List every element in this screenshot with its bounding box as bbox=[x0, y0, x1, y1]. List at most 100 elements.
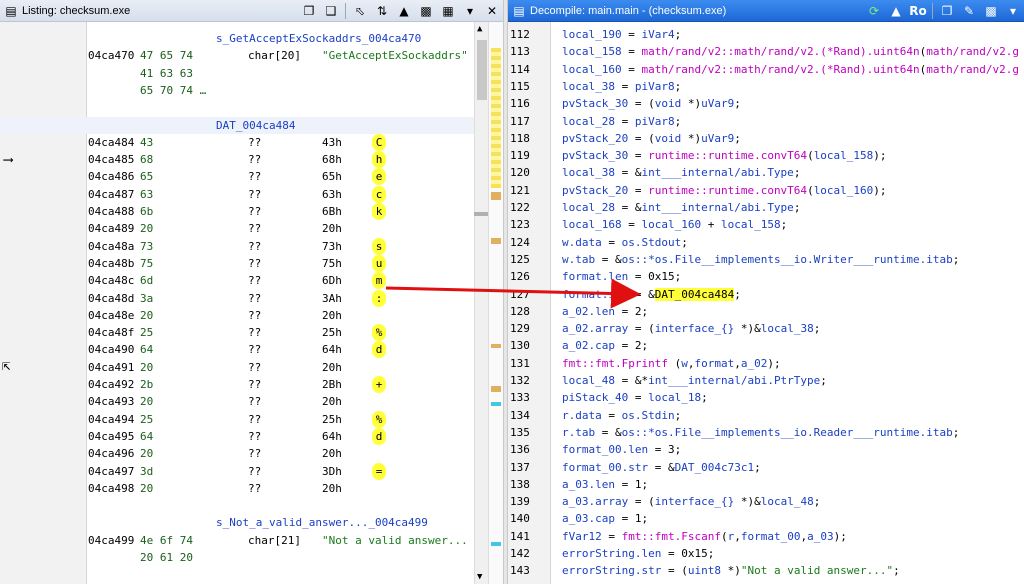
identifier[interactable]: a_02 bbox=[741, 357, 768, 370]
listing-row[interactable]: 04ca485 68?? 68h h bbox=[0, 151, 474, 169]
code-line[interactable]: 125 w.tab = &os::*os.File__implements__io… bbox=[508, 251, 1024, 268]
listing-row[interactable]: 04ca493 20?? 20h bbox=[0, 393, 474, 410]
code-line[interactable]: 120 local_38 = &int___internal/abi.Type; bbox=[508, 164, 1024, 181]
identifier[interactable]: local_158 bbox=[814, 149, 874, 162]
identifier[interactable]: iVar4 bbox=[641, 28, 674, 41]
identifier[interactable]: format bbox=[694, 357, 734, 370]
copy-icon[interactable]: ❐ bbox=[301, 3, 317, 19]
identifier[interactable]: int___internal/abi.Type bbox=[641, 201, 793, 214]
code-line[interactable]: 122 local_28 = &int___internal/abi.Type; bbox=[508, 199, 1024, 216]
identifier[interactable]: local_18 bbox=[648, 391, 701, 404]
function-name[interactable]: runtime::runtime.convT64 bbox=[648, 149, 807, 162]
identifier[interactable]: local_28 bbox=[562, 115, 615, 128]
highlighted-symbol[interactable]: DAT_004ca484 bbox=[654, 287, 735, 301]
code-line[interactable]: 134 r.data = os.Stdin; bbox=[508, 407, 1024, 424]
code-line[interactable]: 140 a_03.cap = 1; bbox=[508, 510, 1024, 527]
listing-row[interactable]: 04ca498 20?? 20h bbox=[0, 480, 474, 497]
code-line[interactable]: 132 local_48 = &*int___internal/abi.PtrTy… bbox=[508, 372, 1024, 389]
code-line[interactable]: 133 piStack_40 = local_18; bbox=[508, 389, 1024, 406]
listing-row[interactable] bbox=[0, 99, 474, 116]
listing-row[interactable]: 04ca486 65?? 65h e bbox=[0, 168, 474, 186]
identifier[interactable]: local_48 bbox=[562, 374, 615, 387]
code-line[interactable]: 119 pvStack_30 = runtime::runtime.convT64… bbox=[508, 147, 1024, 164]
code-line[interactable]: 115 local_38 = piVar8; bbox=[508, 78, 1024, 95]
code-line[interactable]: 130 a_02.cap = 2; bbox=[508, 337, 1024, 354]
code-line[interactable]: 127 format.str = &DAT_004ca484; bbox=[508, 286, 1024, 303]
function-name[interactable]: fmt::fmt.Fscanf bbox=[622, 530, 721, 543]
code-line[interactable]: 141 fVar12 = fmt::fmt.Fscanf(r,format_00,… bbox=[508, 528, 1024, 545]
copy-icon[interactable]: ❐ bbox=[939, 3, 955, 19]
code-line[interactable]: 139 a_03.array = (interface_{} *)&local_4… bbox=[508, 493, 1024, 510]
identifier[interactable]: int___internal/abi.Type bbox=[641, 166, 793, 179]
code-line[interactable]: 137 format_00.str = &DAT_004c73c1; bbox=[508, 459, 1024, 476]
identifier[interactable]: a_02.len bbox=[562, 305, 615, 318]
listing-row[interactable]: 65 70 74 … bbox=[0, 82, 474, 99]
code-line[interactable]: 138 a_03.len = 1; bbox=[508, 476, 1024, 493]
listing-row[interactable]: 04ca48e 20?? 20h bbox=[0, 307, 474, 324]
listing-row[interactable]: 04ca496 20?? 20h bbox=[0, 445, 474, 462]
listing-row[interactable]: 04ca48b 75?? 75h u bbox=[0, 254, 474, 272]
cursor-select-icon[interactable]: ⬁ bbox=[352, 3, 368, 19]
paste-icon[interactable]: ❑ bbox=[323, 3, 339, 19]
code-line[interactable]: 113 local_158 = math/rand/v2::math/rand/v… bbox=[508, 43, 1024, 60]
identifier[interactable]: local_158 bbox=[562, 45, 622, 58]
code-line[interactable]: 131 fmt::fmt.Fprintf (w,format,a_02); bbox=[508, 355, 1024, 372]
identifier[interactable]: w.tab bbox=[562, 253, 595, 266]
code-line[interactable]: 121 pvStack_20 = runtime::runtime.convT64… bbox=[508, 182, 1024, 199]
listing-scrollbar[interactable]: ▲ ▼ bbox=[474, 22, 489, 584]
identifier[interactable]: pvStack_30 bbox=[562, 97, 628, 110]
identifier[interactable]: local_168 bbox=[562, 218, 622, 231]
identifier[interactable]: format.len bbox=[562, 270, 628, 283]
identifier[interactable]: local_160 bbox=[814, 184, 874, 197]
code-line[interactable]: 124 w.data = os.Stdout; bbox=[508, 234, 1024, 251]
identifier[interactable]: local_160 bbox=[562, 63, 622, 76]
code-line[interactable]: 129 a_02.array = (interface_{} *)&local_3… bbox=[508, 320, 1024, 337]
identifier[interactable]: local_190 bbox=[562, 28, 622, 41]
listing-row[interactable]: 04ca495 64?? 64h d bbox=[0, 427, 474, 445]
identifier[interactable]: format_00.str bbox=[562, 461, 648, 474]
identifier[interactable]: a_03.array bbox=[562, 495, 628, 508]
refresh-icon[interactable]: ⟳ bbox=[866, 3, 882, 19]
identifier[interactable]: DAT_004c73c1 bbox=[675, 461, 754, 474]
identifier[interactable]: local_38 bbox=[562, 80, 615, 93]
close-icon[interactable]: ✕ bbox=[484, 3, 500, 19]
listing-row[interactable]: 04ca494 25?? 25h% bbox=[0, 410, 474, 428]
readonly-icon[interactable]: Ro bbox=[909, 3, 926, 19]
function-name[interactable]: math/rand/v2::math/rand/v2.(*Rand).uint6… bbox=[641, 45, 919, 58]
identifier[interactable]: a_02.array bbox=[562, 322, 628, 335]
layout-icon[interactable]: ▦ bbox=[440, 3, 456, 19]
listing-row[interactable]: 04ca487 63?? 63h c bbox=[0, 185, 474, 203]
dropdown-icon[interactable]: ▾ bbox=[1005, 3, 1021, 19]
listing-row[interactable]: 04ca484 43?? 43h C bbox=[0, 133, 474, 151]
identifier[interactable]: uVar9 bbox=[701, 132, 734, 145]
listing-row[interactable]: 41 63 63 bbox=[0, 65, 474, 82]
listing-row[interactable]: 04ca491 20?? 20h bbox=[0, 359, 474, 376]
identifier[interactable]: local_38 bbox=[761, 322, 814, 335]
identifier[interactable]: pvStack_20 bbox=[562, 132, 628, 145]
identifier[interactable]: local_28 bbox=[562, 201, 615, 214]
listing-body[interactable]: ⟶ ⇱ s_GetAcceptExSockaddrs_004ca470 04ca4… bbox=[0, 22, 503, 584]
listing-row[interactable]: 04ca48c 6d?? 6Dh m bbox=[0, 272, 474, 290]
listing-row[interactable]: 04ca488 6b?? 6Bh k bbox=[0, 203, 474, 220]
listing-row[interactable] bbox=[0, 497, 474, 514]
snapshot-icon[interactable]: ▩ bbox=[983, 3, 999, 19]
identifier[interactable]: pvStack_30 bbox=[562, 149, 628, 162]
identifier[interactable]: uVar9 bbox=[701, 97, 734, 110]
identifier[interactable]: local_48 bbox=[761, 495, 814, 508]
listing-overview-bar[interactable] bbox=[488, 22, 503, 584]
listing-row[interactable]: 04ca48f 25?? 25h% bbox=[0, 324, 474, 342]
code-line[interactable]: 136 format_00.len = 3; bbox=[508, 441, 1024, 458]
identifier[interactable]: r.data bbox=[562, 409, 602, 422]
identifier[interactable]: piVar8 bbox=[635, 115, 675, 128]
code-line[interactable]: 114 local_160 = math/rand/v2::math/rand/v… bbox=[508, 61, 1024, 78]
code-line[interactable]: 117 local_28 = piVar8; bbox=[508, 113, 1024, 130]
identifier[interactable]: format.str bbox=[562, 288, 628, 301]
listing-row[interactable]: 04ca497 3d?? 3Dh = bbox=[0, 462, 474, 480]
listing-row[interactable]: s_Not_a_valid_answer..._004ca499 bbox=[0, 514, 474, 531]
graph-icon[interactable]: ▲ bbox=[396, 3, 412, 19]
function-name[interactable]: math/rand/v2.g bbox=[926, 63, 1019, 76]
identifier[interactable]: pvStack_20 bbox=[562, 184, 628, 197]
code-line[interactable]: 128 a_02.len = 2; bbox=[508, 303, 1024, 320]
identifier[interactable]: local_160 bbox=[641, 218, 701, 231]
code-line[interactable]: 142 errorString.len = 0x15; bbox=[508, 545, 1024, 562]
